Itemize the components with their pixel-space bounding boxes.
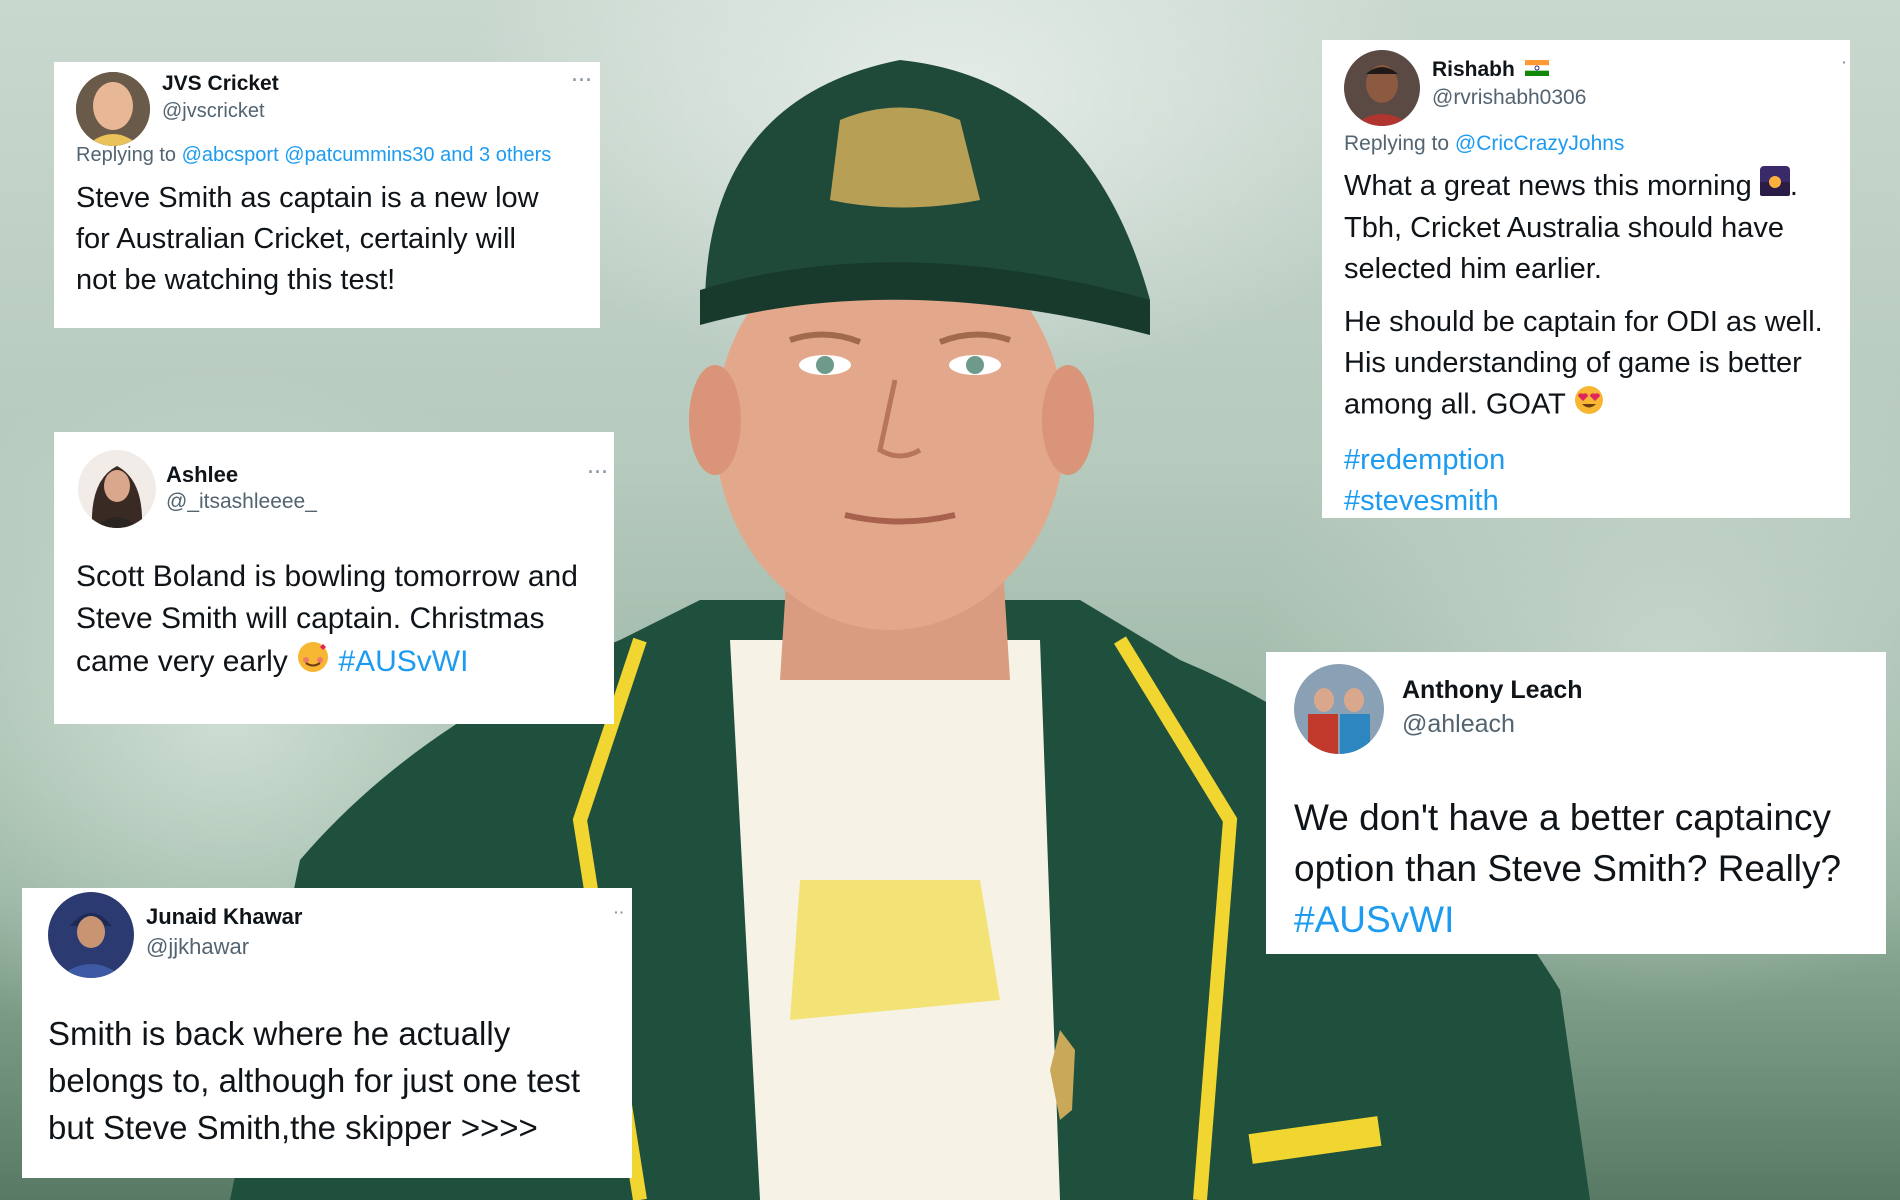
avatar[interactable] xyxy=(48,892,134,978)
tweet-card-ahleach: Anthony Leach @ahleach We don't have a b… xyxy=(1266,652,1886,954)
tweet-text-line: He should be captain for ODI as well. xyxy=(1344,306,1823,339)
tweet-card-jvscricket: JVS Cricket @jvscricket ··· Replying to … xyxy=(54,62,600,328)
tweet-text-line: We don't have a better captaincy xyxy=(1294,797,1832,838)
tweet-text-line: Steve Smith will captain. Christmas xyxy=(76,602,545,635)
tweet-text-line: not be watching this test! xyxy=(76,264,396,296)
hashtag-link[interactable]: #stevesmith xyxy=(1344,481,1823,522)
tweet-text-line: His understanding of game is better xyxy=(1344,347,1802,380)
tweet-card-ashlee: Ashlee @_itsashleeee_ ··· Scott Boland i… xyxy=(54,432,614,724)
user-handle[interactable]: @ahleach xyxy=(1402,710,1515,739)
user-handle[interactable]: @jvscricket xyxy=(162,100,265,123)
more-options-icon[interactable]: · xyxy=(1842,54,1848,70)
replying-to-link[interactable]: @CricCrazyJohns xyxy=(1455,132,1625,155)
more-options-icon[interactable]: ·· xyxy=(614,904,625,920)
tweet-text-line: belongs to, although for just one test xyxy=(48,1062,581,1099)
tweet-text-line: What a great news this morning . xyxy=(1344,166,1823,208)
tweet-text: Scott Boland is bowling tomorrow and Ste… xyxy=(76,556,578,686)
avatar[interactable] xyxy=(1344,50,1420,126)
replying-prefix: Replying to xyxy=(76,144,177,166)
avatar[interactable] xyxy=(76,72,150,146)
sunrise-icon xyxy=(1759,166,1790,208)
hashtag-link[interactable]: #redemption xyxy=(1344,440,1823,481)
tweet-text-line: but Steve Smith,the skipper >>>> xyxy=(48,1109,538,1146)
tweet-text-line: Smith is back where he actually xyxy=(48,1015,511,1052)
display-name[interactable]: Ashlee xyxy=(166,462,238,488)
tweet-card-jjkhawar: Junaid Khawar @jjkhawar ·· Smith is back… xyxy=(22,888,632,1178)
display-name[interactable]: Junaid Khawar xyxy=(146,904,302,930)
tweet-text-line: Steve Smith as captain is a new low xyxy=(76,182,539,214)
replying-prefix: Replying to xyxy=(1344,132,1450,155)
tweet-text-line: Tbh, Cricket Australia should have xyxy=(1344,212,1785,245)
user-handle[interactable]: @jjkhawar xyxy=(146,934,249,960)
tweet-text-line: came very early #AUSvWI xyxy=(76,640,578,686)
tweet-text-segment: What a great news this morning xyxy=(1344,170,1752,202)
tweet-text-line: among all. GOAT xyxy=(1344,384,1823,428)
tweet-text-line: option than Steve Smith? Really? xyxy=(1294,848,1842,889)
more-options-icon[interactable]: ··· xyxy=(572,70,593,91)
replying-to-line: Replying to @CricCrazyJohns xyxy=(1344,132,1624,156)
india-flag-icon xyxy=(1524,58,1549,82)
display-name[interactable]: Rishabh xyxy=(1432,58,1549,82)
tweet-text-line: Scott Boland is bowling tomorrow and xyxy=(76,560,578,593)
tweet-text-line: selected him earlier. xyxy=(1344,253,1602,286)
display-name[interactable]: Anthony Leach xyxy=(1402,676,1583,705)
replying-to-line: Replying to @abcsport @patcummins30 and … xyxy=(76,144,551,167)
hashtag-link[interactable]: #AUSvWI xyxy=(338,645,468,678)
tweet-text-line: for Australian Cricket, certainly will xyxy=(76,223,516,255)
avatar[interactable] xyxy=(78,450,156,528)
tweet-text-segment: came very early xyxy=(76,644,288,678)
avatar[interactable] xyxy=(1294,664,1384,754)
hashtag-link[interactable]: #AUSvWI xyxy=(1294,894,1841,945)
tweet-card-rishabh: Rishabh @rvrishabh0306 · Replying to @Cr… xyxy=(1322,40,1850,518)
smiling-face-with-hearts-icon xyxy=(296,640,330,686)
display-name[interactable]: JVS Cricket xyxy=(162,72,279,96)
user-handle[interactable]: @rvrishabh0306 xyxy=(1432,86,1586,110)
tweet-text: We don't have a better captaincy option … xyxy=(1294,792,1841,945)
tweet-text-segment: among all. GOAT xyxy=(1344,389,1566,421)
more-options-icon[interactable]: ··· xyxy=(588,462,609,483)
tweet-text: What a great news this morning . Tbh, Cr… xyxy=(1344,166,1823,522)
tweet-text: Smith is back where he actually belongs … xyxy=(48,1010,580,1151)
tweet-text: Steve Smith as captain is a new low for … xyxy=(76,178,539,301)
replying-to-link[interactable]: @abcsport @patcummins30 and 3 others xyxy=(182,144,552,166)
display-name-text[interactable]: Rishabh xyxy=(1432,58,1515,81)
user-handle[interactable]: @_itsashleeee_ xyxy=(166,490,317,514)
heart-eyes-icon xyxy=(1573,384,1605,428)
